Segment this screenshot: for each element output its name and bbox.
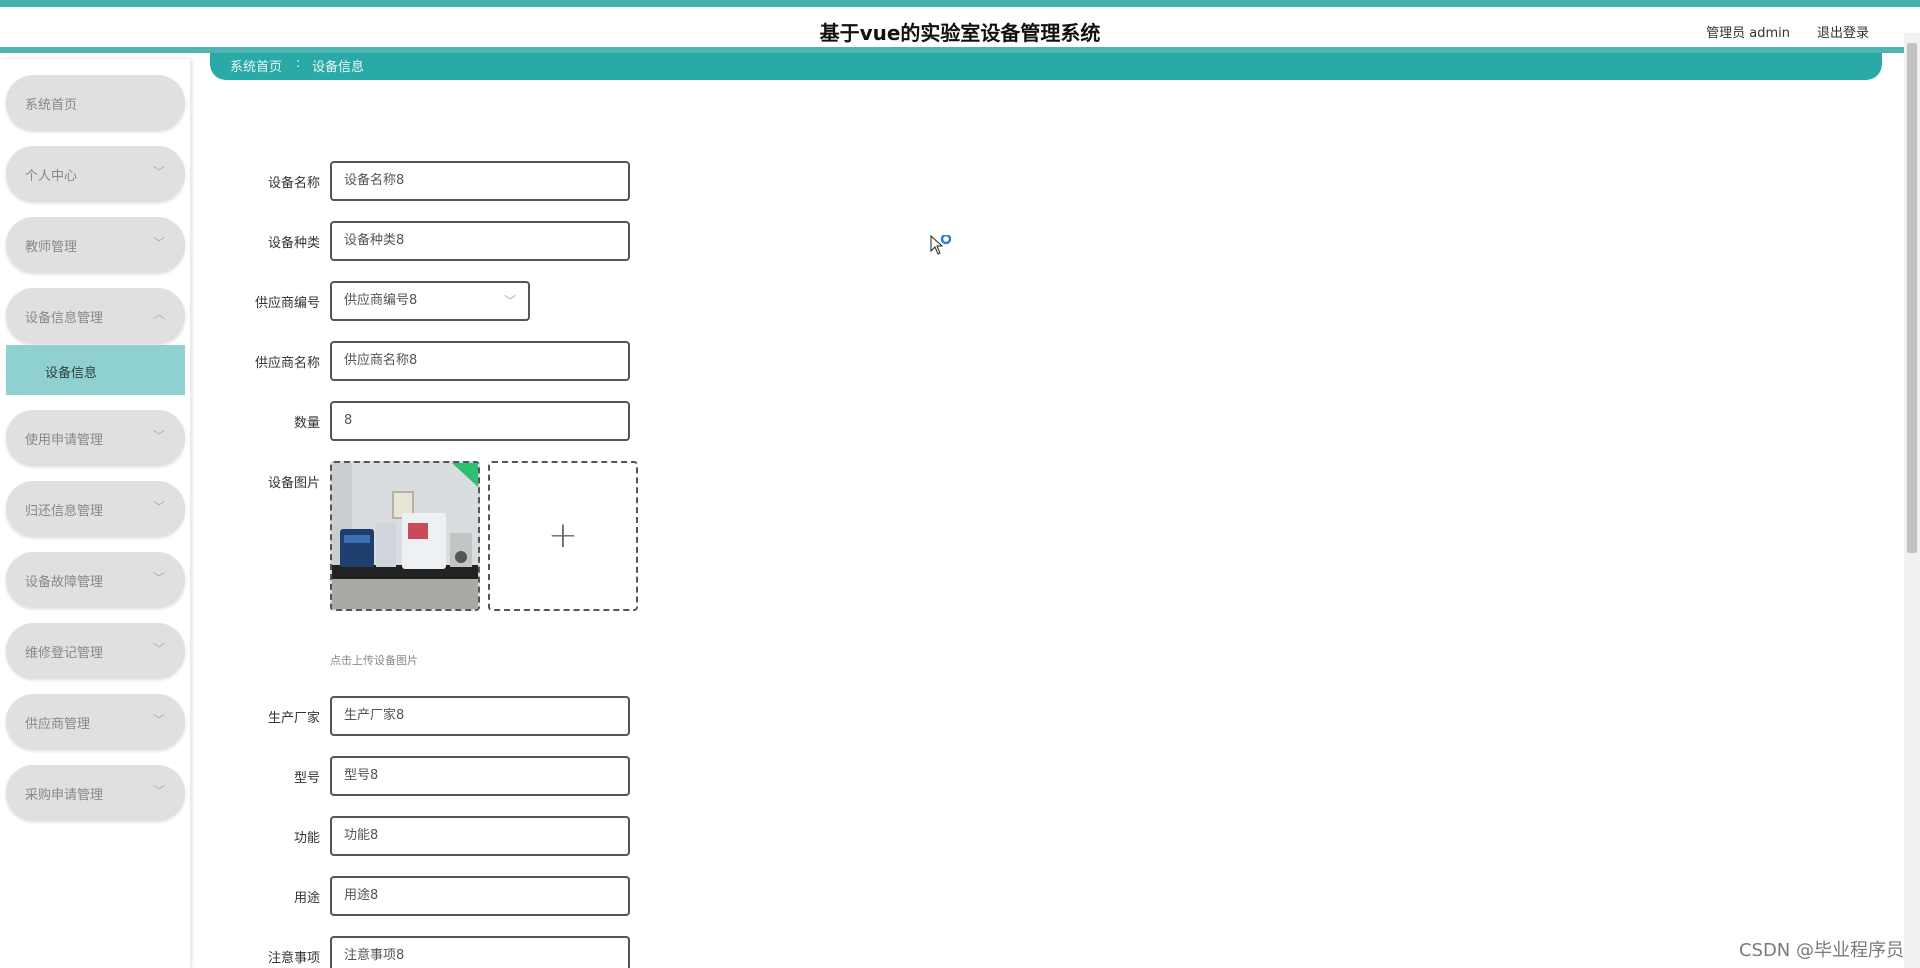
- equipment-type-input[interactable]: 设备种类8: [330, 221, 630, 261]
- label-equipment-name: 设备名称: [267, 176, 320, 191]
- sidebar-item-label: 设备故障管理: [25, 575, 104, 590]
- top-stripe: [0, 0, 1920, 7]
- breadcrumb: 系统首页 : 设备信息: [210, 53, 1882, 80]
- manufacturer-input[interactable]: 生产厂家8: [330, 696, 630, 736]
- chevron-down-icon: ﹀: [152, 236, 165, 250]
- sidebar-item-label: 系统首页: [25, 98, 78, 113]
- sidebar-subitem-equipment-info[interactable]: 设备信息: [6, 345, 185, 395]
- sidebar-item-personal[interactable]: 个人中心 ﹀: [6, 146, 185, 201]
- app-title: 基于vue的实验室设备管理系统: [819, 21, 1101, 45]
- function-input[interactable]: 功能8: [330, 816, 630, 856]
- label-model: 型号: [293, 771, 320, 786]
- chevron-down-icon: ﹀: [503, 294, 516, 308]
- sidebar-item-label: 使用申请管理: [25, 433, 104, 448]
- chevron-down-icon: ﹀: [152, 429, 165, 443]
- equipment-photo[interactable]: [330, 461, 480, 611]
- sidebar-item-home[interactable]: 系统首页: [6, 75, 185, 130]
- quantity-input[interactable]: 8: [330, 401, 630, 441]
- supplier-number-value: 供应商编号8: [344, 293, 418, 308]
- chevron-down-icon: ﹀: [152, 713, 165, 727]
- supplier-number-select[interactable]: 供应商编号8 ﹀: [330, 281, 530, 321]
- sidebar-item-equipment[interactable]: 设备信息管理 ﹀: [6, 288, 185, 343]
- sidebar-item-label: 个人中心: [25, 169, 78, 184]
- chevron-down-icon: ﹀: [152, 165, 165, 179]
- breadcrumb-separator: :: [296, 56, 301, 71]
- usage-input[interactable]: 用途8: [330, 876, 630, 916]
- chevron-down-icon: ﹀: [152, 571, 165, 585]
- page-scrollbar[interactable]: [1904, 33, 1920, 968]
- sidebar-item-label: 归还信息管理: [25, 504, 104, 519]
- sidebar-item-teachers[interactable]: 教师管理 ﹀: [6, 217, 185, 272]
- notes-input[interactable]: 注意事项8: [330, 936, 630, 968]
- lab-equipment-image: [332, 463, 478, 609]
- image-upload-button[interactable]: +: [488, 461, 638, 611]
- sidebar-subitem-label: 设备信息: [45, 366, 98, 381]
- header: 基于vue的实验室设备管理系统 管理员 admin 退出登录: [0, 7, 1920, 53]
- sidebar-item-label: 供应商管理: [25, 717, 91, 732]
- equipment-name-input[interactable]: 设备名称8: [330, 161, 630, 201]
- sidebar-item-label: 采购申请管理: [25, 788, 104, 803]
- plus-icon: +: [547, 515, 579, 556]
- chevron-down-icon: ﹀: [152, 642, 165, 656]
- sidebar-item-usage-requests[interactable]: 使用申请管理 ﹀: [6, 410, 185, 465]
- sidebar-item-purchase-requests[interactable]: 采购申请管理 ﹀: [6, 765, 185, 820]
- label-quantity: 数量: [293, 416, 320, 431]
- sidebar-item-label: 教师管理: [25, 240, 78, 255]
- breadcrumb-current: 设备信息: [312, 60, 365, 75]
- model-input[interactable]: 型号8: [330, 756, 630, 796]
- sidebar: 系统首页 个人中心 ﹀ 教师管理 ﹀ 设备信息管理 ﹀ 设备信息 使用申请管理 …: [0, 59, 190, 968]
- upload-hint: 点击上传设备图片: [330, 654, 418, 667]
- sidebar-item-label: 维修登记管理: [25, 646, 104, 661]
- sidebar-item-label: 设备信息管理: [25, 311, 104, 326]
- label-manufacturer: 生产厂家: [267, 711, 320, 726]
- scrollbar-thumb[interactable]: [1907, 43, 1917, 553]
- sidebar-item-repairs[interactable]: 维修登记管理 ﹀: [6, 623, 185, 678]
- logout-link[interactable]: 退出登录: [1817, 22, 1869, 41]
- sidebar-item-suppliers[interactable]: 供应商管理 ﹀: [6, 694, 185, 749]
- chevron-down-icon: ﹀: [152, 500, 165, 514]
- sidebar-item-faults[interactable]: 设备故障管理 ﹀: [6, 552, 185, 607]
- chevron-up-icon: ﹀: [152, 306, 165, 320]
- label-usage: 用途: [293, 891, 320, 906]
- mouse-cursor-icon: [930, 233, 954, 265]
- label-equipment-image: 设备图片: [267, 476, 320, 491]
- sidebar-item-returns[interactable]: 归还信息管理 ﹀: [6, 481, 185, 536]
- label-supplier-name: 供应商名称: [254, 356, 320, 371]
- label-equipment-type: 设备种类: [267, 236, 320, 251]
- label-function: 功能: [293, 831, 320, 846]
- label-notes: 注意事项: [267, 951, 320, 966]
- user-label: 管理员 admin: [1706, 26, 1790, 41]
- watermark: CSDN @毕业程序员: [1738, 940, 1904, 961]
- label-supplier-number: 供应商编号: [254, 296, 320, 311]
- supplier-name-input[interactable]: 供应商名称8: [330, 341, 630, 381]
- breadcrumb-home[interactable]: 系统首页: [230, 56, 282, 75]
- chevron-down-icon: ﹀: [152, 784, 165, 798]
